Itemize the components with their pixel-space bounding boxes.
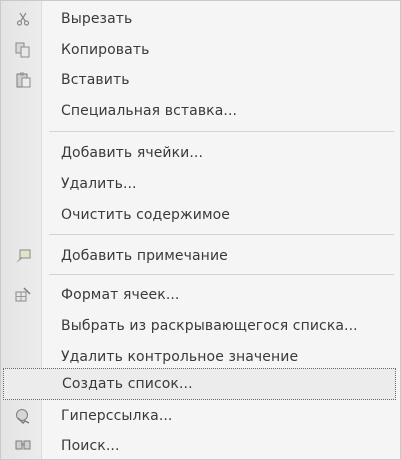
- menu-item-label: Гиперссылка...: [61, 408, 173, 424]
- menu-item-label: Формат ячеек...: [61, 287, 180, 303]
- menu-item-copy[interactable]: Копировать: [1, 35, 400, 65]
- menu-item-label: Очистить содержимое: [61, 207, 230, 223]
- context-menu: Вырезать Копировать Вставить Специальная…: [0, 0, 401, 460]
- menu-item-label: Вырезать: [61, 11, 133, 27]
- menu-separator: [49, 234, 394, 235]
- menu-item-paste-special[interactable]: Специальная вставка...: [1, 96, 400, 126]
- menu-item-label: Вставить: [61, 72, 130, 88]
- menu-item-label: Удалить...: [61, 176, 137, 192]
- menu-item-paste[interactable]: Вставить: [1, 65, 400, 95]
- menu-item-search[interactable]: Поиск...: [1, 431, 400, 459]
- menu-item-label: Создать список...: [62, 376, 193, 392]
- menu-item-label: Добавить ячейки...: [61, 145, 204, 161]
- menu-item-pick-from-list[interactable]: Выбрать из раскрывающегося списка...: [1, 311, 400, 341]
- menu-item-label: Поиск...: [61, 438, 120, 454]
- format-cells-icon: [15, 287, 31, 303]
- copy-icon: [15, 42, 31, 58]
- menu-item-insert-cells[interactable]: Добавить ячейки...: [1, 138, 400, 168]
- hyperlink-icon: [15, 408, 31, 424]
- menu-item-clear-contents[interactable]: Очистить содержимое: [1, 200, 400, 230]
- paste-icon: [15, 72, 31, 88]
- menu-item-hyperlink[interactable]: Гиперссылка...: [1, 401, 400, 431]
- menu-item-create-list[interactable]: Создать список...: [3, 368, 396, 400]
- menu-separator: [49, 274, 394, 275]
- menu-item-label: Специальная вставка...: [61, 103, 238, 119]
- comment-icon: [15, 248, 31, 264]
- menu-item-format-cells[interactable]: Формат ячеек...: [1, 280, 400, 310]
- search-icon: [15, 438, 31, 454]
- menu-separator: [49, 131, 394, 132]
- menu-item-label: Добавить примечание: [61, 248, 228, 264]
- menu-item-add-comment[interactable]: Добавить примечание: [1, 241, 400, 271]
- scissors-icon: [15, 11, 31, 27]
- menu-item-label: Копировать: [61, 42, 150, 58]
- menu-item-label: Выбрать из раскрывающегося списка...: [61, 318, 358, 334]
- menu-item-delete[interactable]: Удалить...: [1, 169, 400, 199]
- menu-item-cut[interactable]: Вырезать: [1, 4, 400, 34]
